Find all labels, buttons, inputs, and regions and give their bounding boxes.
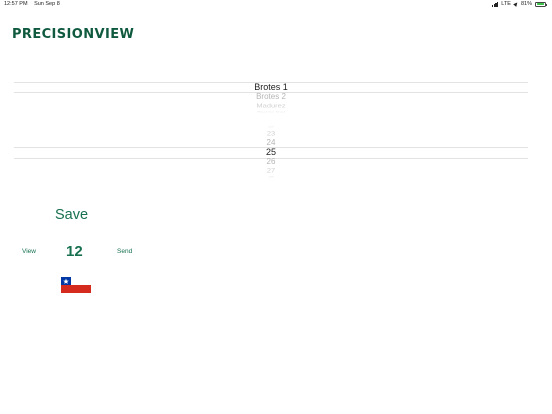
category-picker-item[interactable]: Madurez <box>14 103 528 109</box>
category-picker[interactable]: Brotes 1 Brotes 2 Madurez Racimo final <box>14 75 528 117</box>
category-picker-item[interactable]: Brotes 1 <box>14 83 528 92</box>
number-picker-item[interactable]: 27 <box>14 168 528 174</box>
number-picker[interactable]: 22 23 24 25 26 27 28 <box>14 121 528 183</box>
status-bar: 12:57 PM Sun Sep 8 LTE 81% <box>0 0 552 10</box>
category-picker-item[interactable]: Brotes 2 <box>14 93 528 101</box>
battery-percent: 81% <box>520 1 532 7</box>
number-picker-item[interactable]: 22 <box>14 126 528 129</box>
number-picker-item[interactable]: 28 <box>14 176 528 179</box>
send-button[interactable]: Send <box>117 248 132 255</box>
network-label: LTE <box>501 1 511 7</box>
flag-red-band <box>61 285 91 293</box>
battery-icon <box>535 1 547 7</box>
count-display: 12 <box>66 243 83 260</box>
save-button[interactable]: Save <box>55 207 88 223</box>
number-picker-item[interactable]: 26 <box>14 158 528 166</box>
view-button[interactable]: View <box>22 248 36 255</box>
location-arrow-icon <box>513 1 519 7</box>
number-picker-item[interactable]: 25 <box>14 148 528 157</box>
number-picker-item[interactable]: 24 <box>14 139 528 147</box>
chile-flag-icon[interactable] <box>61 277 91 293</box>
number-picker-item[interactable]: 23 <box>14 131 528 137</box>
status-time: 12:57 PM <box>4 1 28 7</box>
status-date: Sun Sep 8 <box>34 1 60 7</box>
category-picker-item[interactable]: Racimo final <box>14 111 528 114</box>
app-logo: PRECISIONVIEW <box>12 27 135 42</box>
signal-icon <box>491 2 499 7</box>
